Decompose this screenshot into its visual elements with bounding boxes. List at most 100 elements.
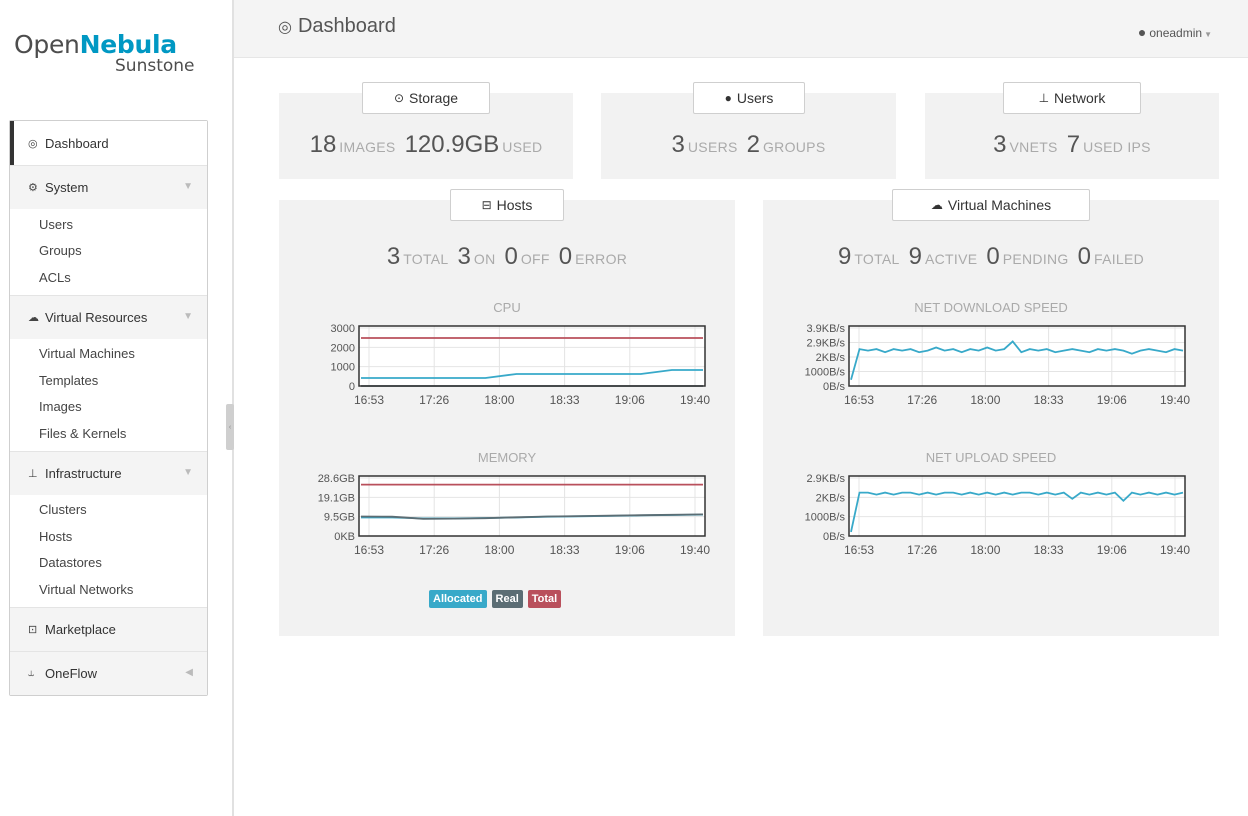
dashboard-icon: ◎	[28, 137, 38, 150]
menu-item-templates[interactable]: Templates	[10, 367, 207, 394]
hosts-title[interactable]: ⊟ Hosts	[450, 189, 564, 221]
x-tick-label: 19:40	[680, 393, 710, 407]
y-tick-label: 2000	[331, 342, 355, 354]
cloud-icon: ☁	[28, 311, 39, 324]
x-tick-label: 19:40	[1160, 393, 1190, 407]
x-tick-label: 19:06	[1097, 393, 1127, 407]
menu-item-oneflow[interactable]: ⥿ OneFlow ◀	[10, 650, 207, 695]
menu-label-virtual-resources: Virtual Resources	[45, 309, 148, 325]
legend-total: Total	[527, 590, 562, 608]
x-tick-label: 19:06	[615, 543, 645, 557]
cogs-icon: ⚙	[28, 182, 38, 194]
vms-title[interactable]: ☁ Virtual Machines	[892, 189, 1090, 221]
hosts-on[interactable]: 3	[458, 243, 471, 270]
users-label: USERS	[687, 139, 738, 155]
menu-item-virtual-resources[interactable]: ☁ Virtual Resources ▼	[10, 294, 207, 339]
images-count[interactable]: 18	[310, 131, 337, 158]
menu-label-infrastructure: Infrastructure	[45, 465, 122, 481]
vms-panel: ☁ Virtual Machines 9 TOTAL 9 ACTIVE 0 PENDING 0…	[763, 189, 1219, 636]
menu-item-virtual-machines[interactable]: Virtual Machines	[10, 341, 207, 368]
menu-item-files-kernels[interactable]: Files & Kernels	[10, 420, 207, 447]
username: oneadmin	[1149, 26, 1203, 40]
menu-item-system[interactable]: ⚙ System ▼	[10, 165, 207, 209]
main-menu: ◎ Dashboard ⚙ System ▼ Users Groups ACLs…	[9, 120, 208, 696]
chevron-left-icon: ◀	[185, 666, 193, 678]
menu-item-dashboard[interactable]: ◎ Dashboard	[10, 121, 207, 165]
menu-item-hosts[interactable]: Hosts	[10, 523, 207, 550]
menu-label-system: System	[45, 180, 89, 195]
database-icon: ⊙	[393, 91, 404, 105]
hosts-chart-legend: Allocated Real Total	[429, 590, 562, 608]
users-count[interactable]: 3	[672, 131, 685, 158]
submenu-system: Users Groups ACLs	[10, 209, 207, 295]
x-tick-label: 16:53	[844, 543, 874, 557]
chevron-down-icon: ▼	[183, 181, 193, 192]
plot-area	[359, 326, 705, 386]
menu-label-dashboard: Dashboard	[45, 135, 109, 151]
users-title-text: Users	[736, 90, 774, 106]
logo-sub: Sunstone	[115, 56, 195, 76]
code-fork-icon: ⥿	[28, 666, 35, 679]
logo-prefix: Open	[14, 30, 80, 59]
submenu-virtual-resources: Virtual Machines Templates Images Files …	[10, 339, 207, 451]
storage-panel: ⊙ Storage 18 IMAGES 120.9GB USED	[279, 82, 573, 179]
x-tick-label: 19:40	[680, 543, 710, 557]
storage-title[interactable]: ⊙ Storage	[362, 82, 490, 114]
hosts-on-label: ON	[473, 251, 496, 267]
x-tick-label: 18:00	[484, 543, 514, 557]
menu-label-marketplace: Marketplace	[45, 621, 116, 637]
menu-item-marketplace[interactable]: ⊡ Marketplace	[10, 606, 207, 651]
cloud-icon: ☁	[930, 198, 943, 212]
used-ips-count[interactable]: 7	[1067, 131, 1080, 158]
user-menu[interactable]: ● oneadmin ▼	[1138, 24, 1212, 40]
users-title[interactable]: ● Users	[693, 82, 805, 114]
x-tick-label: 18:33	[1034, 543, 1064, 557]
shopping-cart-icon: ⊡	[28, 623, 38, 636]
legend-real: Real	[491, 590, 523, 608]
hosts-error[interactable]: 0	[559, 243, 572, 270]
menu-item-datastores[interactable]: Datastores	[10, 550, 207, 577]
hosts-title-text: Hosts	[496, 197, 533, 213]
vms-failed[interactable]: 0	[1078, 243, 1091, 270]
netdown-plot: 16:53 17:26 18:00 18:33 19:06 19:40 3.9KB/s 2.9…	[805, 323, 1191, 407]
x-tick-label: 18:33	[550, 543, 580, 557]
sidebar-collapse-handle[interactable]: ‹	[226, 404, 234, 450]
menu-item-groups[interactable]: Groups	[10, 238, 207, 265]
cpu-chart: CPU 16:53 17:26 18:00 18:33 19:06 19:40 3000 20…	[279, 298, 735, 428]
y-tick-label: 3.9KB/s	[806, 323, 845, 335]
menu-item-users[interactable]: Users	[10, 211, 207, 238]
storage-used: 120.9GB	[404, 131, 500, 158]
hosts-off[interactable]: 0	[504, 243, 517, 270]
vms-pending[interactable]: 0	[986, 243, 999, 270]
menu-item-acls[interactable]: ACLs	[10, 264, 207, 291]
vms-active[interactable]: 9	[909, 243, 922, 270]
chevron-down-icon: ▼	[183, 310, 193, 322]
menu-item-virtual-networks[interactable]: Virtual Networks	[10, 576, 207, 603]
logo[interactable]: OpenNebula Sunstone	[14, 30, 214, 76]
vms-stats: 9 TOTAL 9 ACTIVE 0 PENDING 0 FAILED	[763, 243, 1219, 271]
y-tick-label: 2KB/s	[816, 492, 846, 504]
plot-area	[849, 326, 1185, 386]
x-tick-label: 18:00	[484, 393, 514, 407]
y-tick-label: 1000	[331, 362, 355, 374]
hosts-total[interactable]: 3	[387, 243, 400, 270]
menu-item-clusters[interactable]: Clusters	[10, 497, 207, 524]
vms-failed-label: FAILED	[1093, 251, 1145, 267]
groups-count[interactable]: 2	[747, 131, 760, 158]
vnets-label: VNETS	[1009, 139, 1058, 155]
y-tick-label: 2.9KB/s	[806, 473, 845, 485]
dashboard-icon: ◎	[278, 19, 292, 36]
x-tick-label: 16:53	[354, 393, 384, 407]
network-title[interactable]: ⊥ Network	[1003, 82, 1141, 114]
net-download-chart: NET DOWNLOAD SPEED 16:53 17:26 18:00 18:33 1…	[763, 298, 1219, 428]
menu-item-infrastructure[interactable]: ⊥ Infrastructure ▼	[10, 450, 207, 495]
menu-item-images[interactable]: Images	[10, 394, 207, 421]
hosts-panel: ⊟ Hosts 3 TOTAL 3 ON 0 OFF 0 ERROR CPU 16:53 17:2…	[279, 189, 735, 636]
vms-total[interactable]: 9	[838, 243, 851, 270]
logo-text: OpenNebula	[14, 30, 214, 59]
vms-title-text: Virtual Machines	[947, 197, 1052, 213]
images-label: IMAGES	[339, 139, 396, 155]
y-tick-label: 0KB	[334, 531, 355, 543]
x-tick-label: 19:40	[1160, 543, 1190, 557]
vnets-count[interactable]: 3	[993, 131, 1006, 158]
